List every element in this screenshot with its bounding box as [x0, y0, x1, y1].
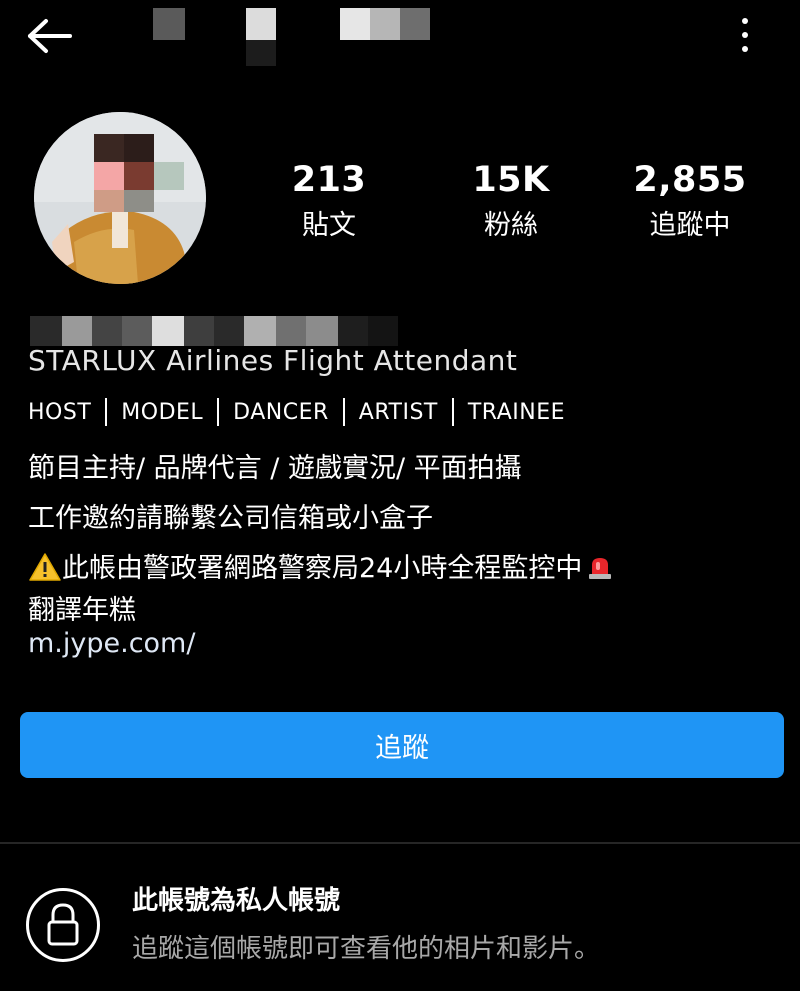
role-separator [105, 398, 108, 426]
bio-warning: 此帳由警政署網路警察局24小時全程監控中 [28, 546, 614, 585]
following-count-value: 2,855 [633, 160, 747, 200]
role-separator [342, 398, 345, 426]
more-vertical-icon [742, 18, 748, 24]
role-dancer: DANCER [233, 399, 329, 425]
bio-tagline: STARLUX Airlines Flight Attendant [28, 344, 518, 377]
followers-count-label: 粉絲 [484, 210, 538, 241]
police-siren-icon [589, 558, 612, 579]
following-count[interactable]: 2,855 追蹤中 [590, 158, 790, 246]
bio-services: 節目主持/ 品牌代言 / 遊戲實況/ 平面拍攝 [28, 453, 522, 484]
followers-count[interactable]: 15K 粉絲 [411, 158, 611, 246]
lock-icon [47, 903, 79, 946]
bio-contact: 工作邀約請聯繫公司信箱或小盒子 [28, 503, 433, 534]
arrow-left-icon [28, 19, 72, 53]
bio-roles: HOST MODEL DANCER ARTIST TRAINEE [28, 398, 565, 426]
section-divider [0, 842, 800, 844]
role-separator [451, 398, 454, 426]
follow-button[interactable]: 追蹤 [20, 712, 784, 778]
back-button[interactable] [24, 16, 76, 56]
following-count-label: 追蹤中 [649, 210, 731, 241]
warning-icon [29, 553, 61, 581]
role-host: HOST [28, 399, 92, 425]
bio-link[interactable]: m.jype.com/ [28, 628, 195, 659]
private-account-description: 追蹤這個帳號即可查看他的相片和影片。 [132, 934, 601, 964]
profile-avatar[interactable] [34, 112, 206, 284]
role-trainee: TRAINEE [467, 399, 565, 425]
bio-warning-text: 此帳由警政署網路警察局24小時全程監控中 [62, 553, 583, 584]
more-options-button[interactable] [728, 14, 762, 56]
posts-count[interactable]: 213 貼文 [229, 158, 429, 246]
lock-icon-circle [26, 888, 100, 962]
role-artist: ARTIST [358, 399, 438, 425]
bio-translate[interactable]: 翻譯年糕 [28, 588, 136, 627]
private-account-title: 此帳號為私人帳號 [132, 886, 341, 916]
posts-count-value: 213 [291, 160, 367, 200]
posts-count-label: 貼文 [302, 210, 356, 241]
profile-screen: 213 貼文 15K 粉絲 2,855 追蹤中 STARLUX Airlines… [0, 0, 800, 991]
role-separator [217, 398, 220, 426]
followers-count-value: 15K [472, 160, 550, 200]
role-model: MODEL [121, 399, 204, 425]
avatar-photo [34, 112, 206, 284]
